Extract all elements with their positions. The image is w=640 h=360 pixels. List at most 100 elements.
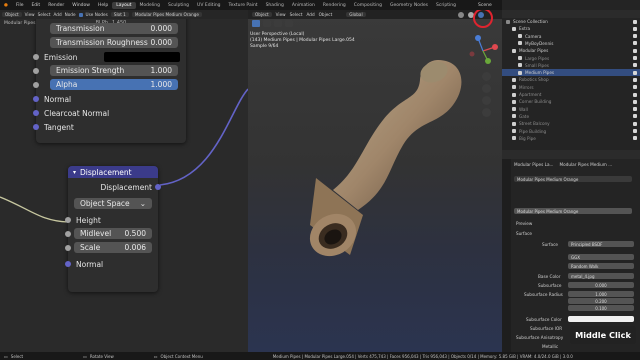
tab-compositing[interactable]: Compositing [350,2,386,9]
distribution-dropdown[interactable]: GGX [568,254,634,260]
visibility-checkbox-icon[interactable] [633,99,637,104]
mode-dropdown[interactable]: Object [2,12,22,17]
subsurface-method-dropdown[interactable]: Random Walk [568,263,634,269]
subsurface-field[interactable]: 0.000 [568,282,634,288]
outliner-row[interactable]: Big Pipe [502,135,640,142]
outliner-row[interactable]: Corner Building [502,98,640,105]
surface-shader-field[interactable]: Principled BSDF [568,241,634,247]
outliner-row[interactable]: Large Pipes [502,55,640,62]
subsurface-color-swatch[interactable] [568,316,634,322]
visibility-checkbox-icon[interactable] [633,107,637,112]
visibility-checkbox-icon[interactable] [633,41,637,46]
visibility-checkbox-icon[interactable] [633,34,637,39]
tab-shading[interactable]: Shading [262,2,288,9]
visibility-checkbox-icon[interactable] [633,92,637,97]
visibility-checkbox-icon[interactable] [633,19,637,24]
menu-edit[interactable]: Edit [27,3,44,8]
viewport-mode-dropdown[interactable]: Object [252,12,272,17]
slot-dropdown[interactable]: Slot 1 [110,12,129,17]
transmission-roughness-field[interactable]: Transmission Roughness 0.000 [50,37,178,48]
tab-texture-paint[interactable]: Texture Paint [225,2,262,9]
camera-view-icon[interactable] [482,96,491,105]
pan-hand-icon[interactable] [482,84,491,93]
radius-x-field[interactable]: 1.000 [568,291,634,297]
emission-color-swatch[interactable] [104,52,180,62]
surface-panel[interactable]: Surface [516,230,532,237]
tab-sculpting[interactable]: Sculpting [164,2,193,9]
tab-uv-editing[interactable]: UV Editing [193,2,224,9]
midlevel-socket[interactable] [65,231,71,237]
outliner-row[interactable]: Extra [502,25,640,32]
menu-add[interactable]: Add [54,12,62,17]
visibility-checkbox-icon[interactable] [633,85,637,90]
perspective-toggle-icon[interactable] [482,108,491,117]
visibility-checkbox-icon[interactable] [633,70,637,75]
select-extend-icon[interactable] [274,20,282,27]
visibility-checkbox-icon[interactable] [633,77,637,82]
midlevel-field[interactable]: Midlevel 0.500 [74,228,152,239]
transmission-field[interactable]: Transmission 0.000 [50,23,178,34]
outliner-row[interactable]: Robotics Shop [502,76,640,83]
outliner-row[interactable]: Camera [502,33,640,40]
outliner-row[interactable]: Medium Pipes [502,69,640,77]
outliner-row[interactable]: Gate [502,113,640,120]
tab-geometry-nodes[interactable]: Geometry Nodes [386,2,432,9]
base-color-texture-field[interactable]: metal_4.jpg [568,273,634,279]
menu-window[interactable]: Window [68,3,94,8]
3d-viewport[interactable]: Object View Select Add Object Global Use… [248,10,502,352]
tab-modeling[interactable]: Modeling [136,2,164,9]
pipe-model[interactable] [288,50,478,280]
outliner-row[interactable]: Modular Pipes [502,47,640,54]
outliner-row[interactable]: Scene Collection [502,18,640,25]
tab-layout[interactable]: Layout [112,1,136,9]
radius-y-field[interactable]: 0.200 [568,298,634,304]
blender-logo-icon[interactable]: ● [0,3,12,8]
outliner[interactable]: Scene Collection Extra Camera MyBoyDennis Mo… [502,18,640,146]
outliner-row[interactable]: Pipe Building [502,128,640,135]
visibility-checkbox-icon[interactable] [633,136,637,141]
scale-field[interactable]: Scale 0.006 [74,242,152,253]
visibility-checkbox-icon[interactable] [633,56,637,60]
scene-selector[interactable]: Scene [474,3,496,8]
outliner-row[interactable]: MyBoyDennis [502,40,640,47]
alpha-field[interactable]: Alpha 1.000 [50,79,178,90]
emission-strength-socket[interactable] [33,68,39,74]
outliner-row[interactable]: Street Balcony [502,120,640,127]
principled-bsdf-node[interactable]: BLPh 1.450 Transmission 0.000 Transmissi… [33,19,186,143]
zoom-icon[interactable] [482,72,491,81]
vp-menu-select[interactable]: Select [290,12,303,17]
displacement-node-header[interactable]: ▾ Displacement [68,166,158,178]
menu-select[interactable]: Select [38,12,51,17]
menu-view[interactable]: View [25,12,35,17]
material-selector[interactable]: Modular Pipes Medium Orange [131,12,203,17]
visibility-checkbox-icon[interactable] [633,26,637,31]
properties-tabs[interactable] [502,159,511,352]
vp-menu-object[interactable]: Object [319,12,333,17]
visibility-checkbox-icon[interactable] [633,114,637,119]
transform-orientation-dropdown[interactable]: Global [346,12,366,17]
radius-z-field[interactable]: 0.100 [568,305,634,311]
displacement-output-socket[interactable] [155,184,161,190]
emission-strength-field[interactable]: Emission Strength 1.000 [50,65,178,76]
outliner-row[interactable]: Mirrors [502,84,640,91]
preview-panel[interactable]: Preview [516,220,532,227]
visibility-checkbox-icon[interactable] [633,48,637,53]
material-slot-list[interactable]: Modular Pipes Medium Orange [514,176,632,182]
displacement-node[interactable]: ▾ Displacement Displacement Object Space… [65,166,161,292]
visibility-checkbox-icon[interactable] [633,63,637,68]
visibility-checkbox-icon[interactable] [633,129,637,133]
use-nodes-checkbox-icon[interactable] [78,12,83,17]
collapse-chevron-icon[interactable]: ▾ [73,169,76,176]
material-datablock[interactable]: Modular Pipes Medium Orange [514,208,632,214]
outliner-row[interactable]: Apartment [502,91,640,98]
space-dropdown[interactable]: Object Space ⌄ [74,198,152,209]
select-mode-icon[interactable] [263,20,271,27]
shading-solid-icon[interactable] [457,11,464,18]
alpha-socket[interactable] [33,82,39,88]
select-box-tool-icon[interactable] [252,20,260,27]
scale-socket[interactable] [65,245,71,251]
outliner-row[interactable]: Small Pipes [502,62,640,69]
node-canvas[interactable]: Modular Pipes Large.054 › Modular Pipes … [0,19,248,352]
tab-rendering[interactable]: Rendering [319,2,350,9]
vp-menu-add[interactable]: Add [307,12,315,17]
